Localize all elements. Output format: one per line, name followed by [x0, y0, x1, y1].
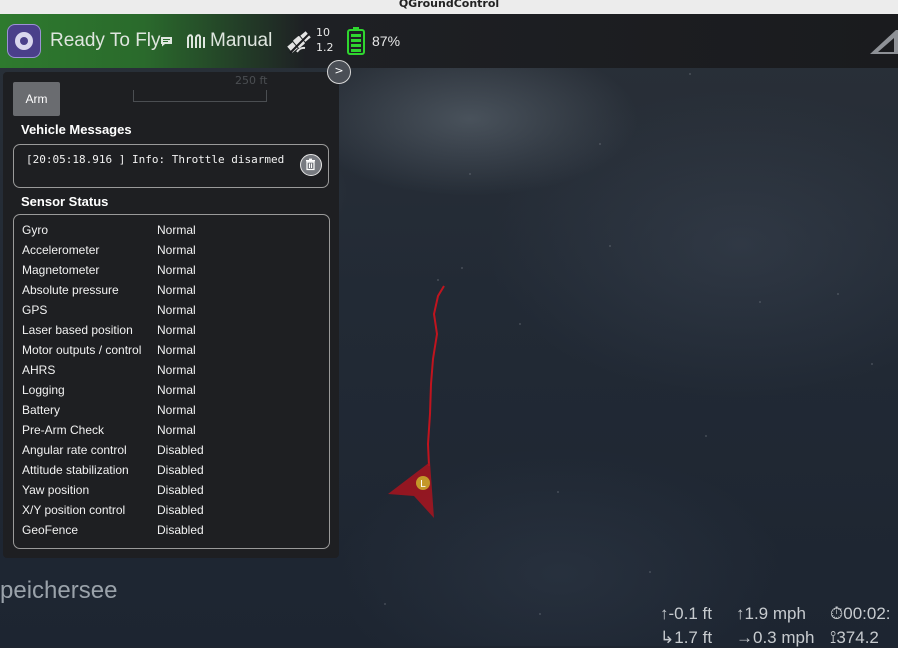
vehicle-messages-title: Vehicle Messages — [21, 122, 132, 137]
gps-hdop-value: 1.2 — [316, 41, 334, 54]
sensor-name: Angular rate control — [22, 443, 127, 457]
sensor-status-table: Gyro Normal Accelerometer Normal Magnetomete… — [13, 214, 330, 549]
map-speckles — [384, 73, 873, 615]
ground-speed-readout: →0.3 mph — [736, 628, 814, 648]
main-toolbar: Ready To Fly Manual 10 1.2 87% — [0, 14, 898, 68]
sensor-status: Normal — [157, 423, 196, 437]
altitude-up-icon: ↑ — [660, 604, 669, 623]
vehicle-messages-box: [20:05:18.916 ] Info: Throttle disarmed — [13, 144, 329, 188]
sensor-status: Normal — [157, 263, 196, 277]
vehicle-marker-label: L — [420, 479, 426, 490]
flight-time-readout: ⏱00:02: — [830, 604, 891, 624]
window-title: QGroundControl — [398, 0, 500, 10]
sensor-name: Pre-Arm Check — [22, 423, 105, 437]
vertical-speed-readout: ↑1.9 mph — [736, 604, 806, 624]
map-scale-bar — [133, 90, 267, 102]
sensor-status: Disabled — [157, 503, 204, 517]
sensor-status-title: Sensor Status — [21, 194, 109, 209]
sensor-status: Normal — [157, 343, 196, 357]
sensor-name: GeoFence — [22, 523, 79, 537]
sensor-name: Magnetometer — [22, 263, 100, 277]
sensor-name: Accelerometer — [22, 243, 100, 257]
vehicle-marker[interactable]: L — [410, 470, 436, 496]
total-distance-value: 374.2 — [836, 628, 879, 647]
sensor-status: Disabled — [157, 523, 204, 537]
sensor-status: Normal — [157, 323, 196, 337]
sensor-name: Battery — [22, 403, 61, 417]
message-icon[interactable] — [160, 36, 173, 47]
window-title-bar: QGroundControl — [0, 0, 898, 14]
sensor-name: Logging — [22, 383, 65, 397]
sensor-name: Gyro — [22, 223, 49, 237]
vertical-speed-value: 1.9 mph — [744, 604, 806, 623]
sensor-status: Normal — [157, 243, 196, 257]
sensor-name: Attitude stabilization — [22, 463, 129, 477]
sensor-status: Disabled — [157, 483, 204, 497]
gps-satellite-count: 10 — [316, 26, 330, 39]
vertical-speed-icon: ↑ — [736, 604, 745, 623]
vehicle-status-label[interactable]: Ready To Fly — [50, 30, 161, 52]
sensor-status: Disabled — [157, 463, 204, 477]
sensor-name: Motor outputs / control — [22, 343, 142, 357]
altitude-value: -0.1 ft — [668, 604, 712, 623]
total-distance-readout: ⟟374.2 — [830, 628, 879, 648]
flight-mode-icon — [187, 34, 205, 48]
sensor-status: Normal — [157, 363, 196, 377]
trash-icon — [306, 158, 315, 171]
sensor-name: AHRS — [22, 363, 56, 377]
flight-time-value: 00:02: — [843, 604, 891, 623]
ground-speed-icon: → — [736, 628, 753, 647]
vehicle-message: [20:05:18.916 ] Info: Throttle disarmed — [26, 153, 285, 166]
sensor-name: Yaw position — [22, 483, 90, 497]
battery-percentage: 87% — [372, 33, 401, 49]
flight-mode-selector[interactable]: Manual — [210, 30, 272, 52]
sensor-status: Normal — [157, 223, 196, 237]
map-scale-label: 250 ft — [235, 74, 268, 87]
arm-button[interactable]: Arm — [13, 82, 60, 116]
flight-path — [426, 285, 445, 467]
sensor-name: Absolute pressure — [22, 283, 119, 297]
battery-icon[interactable] — [346, 27, 366, 55]
distance-home-icon: ↳ — [660, 628, 675, 647]
telemetry-readout[interactable]: ↑-0.1 ft ↑1.9 mph ⏱00:02: ↳1.7 ft →0.3 m… — [656, 600, 898, 648]
panel-toggle-button[interactable]: > — [327, 60, 351, 84]
preflight-panel: Arm 250 ft Vehicle Messages [20:05:18.91… — [3, 72, 339, 558]
clear-messages-button[interactable] — [300, 154, 322, 176]
distance-value: 1.7 ft — [674, 628, 713, 647]
sensor-status: Normal — [157, 403, 196, 417]
sensor-status: Disabled — [157, 443, 204, 457]
timer-icon: ⏱ — [830, 604, 844, 623]
distance-readout: ↳1.7 ft — [660, 628, 712, 648]
sensor-status: Normal — [157, 383, 196, 397]
gps-satellite-icon[interactable] — [285, 28, 313, 56]
qgc-logo-button[interactable] — [7, 24, 41, 58]
brand-logo-icon — [870, 30, 898, 54]
map-place-label: peichersee — [0, 577, 118, 604]
sensor-status: Normal — [157, 303, 196, 317]
altitude-readout: ↑-0.1 ft — [660, 604, 712, 624]
ground-speed-value: 0.3 mph — [753, 628, 815, 647]
sensor-status: Normal — [157, 283, 196, 297]
sensor-name: X/Y position control — [22, 503, 126, 517]
sensor-name: Laser based position — [22, 323, 133, 337]
sensor-name: GPS — [22, 303, 48, 317]
